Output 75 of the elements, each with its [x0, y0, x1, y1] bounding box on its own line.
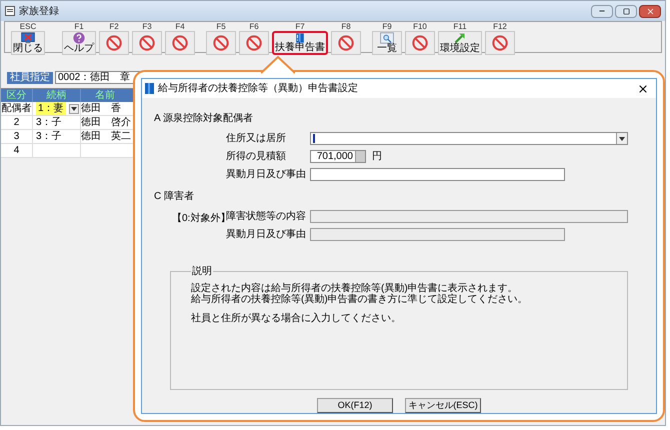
address-combo-box[interactable] [310, 132, 628, 146]
toolbar-button[interactable]: 閉じる [11, 31, 45, 55]
function-key-label: F9 [382, 22, 392, 31]
window-title: 家族登録 [19, 4, 59, 18]
table-cell: 徳田 啓介 [81, 116, 131, 129]
toolbar-button[interactable]: ヘルプ [62, 31, 96, 55]
column-header: 区分 [1, 89, 33, 102]
function-key-label: F6 [249, 22, 259, 31]
toolbar-button[interactable] [132, 31, 162, 55]
function-key-label: F8 [341, 22, 351, 31]
section-heading: A 源泉控除対象配偶者 [154, 112, 254, 126]
dialog-button[interactable]: OK(F12) [317, 398, 393, 413]
unit-label: 円 [372, 150, 382, 164]
book-icon [145, 83, 154, 94]
function-key-label: F1 [74, 22, 84, 31]
function-key-label: F7 [295, 22, 305, 31]
table-cell: 徳田 香 [81, 102, 121, 115]
function-key-label: F12 [493, 22, 507, 31]
close-button[interactable] [639, 4, 661, 18]
explanation-text: 社員と住所が異なる場合に入力してください。 [191, 313, 402, 324]
function-key-label: F3 [142, 22, 152, 31]
text-field[interactable] [310, 168, 565, 182]
book-icon [293, 33, 307, 43]
table-cell: 配偶者 [2, 102, 32, 115]
employee-label: 社員指定 [7, 72, 53, 84]
table-cell: 1：妻 [36, 102, 66, 115]
toolbar-button[interactable] [99, 31, 129, 55]
toolbar-button[interactable]: 環境設定 [438, 31, 482, 55]
group-title: 説明 [191, 264, 213, 280]
toolbar-button[interactable]: 扶養申告書 [272, 31, 328, 55]
function-key-label: F5 [216, 22, 226, 31]
table-cell: 4 [14, 144, 20, 157]
prohibited-icon [338, 35, 354, 51]
maximize-button[interactable] [615, 4, 637, 18]
help-icon [71, 32, 87, 44]
toolbar-button[interactable]: 一覧 [372, 31, 402, 55]
function-key-label: F11 [453, 22, 467, 31]
monitor-close-icon [19, 32, 37, 44]
amount-field[interactable]: 701,000 [310, 150, 366, 164]
dropdown-arrow-icon[interactable] [69, 104, 79, 114]
dialog-button[interactable]: キャンセル(ESC) [405, 398, 481, 413]
magnifier-document-icon [378, 32, 396, 44]
function-key-label: F10 [413, 22, 427, 31]
field-label: 異動月日及び事由 [226, 168, 307, 182]
table-cell: 徳田 英二 [81, 130, 131, 143]
table-cell: 3 [14, 130, 20, 143]
prohibited-icon [139, 35, 155, 51]
prohibited-icon [213, 35, 229, 51]
table-cell: 3：子 [36, 130, 62, 143]
field-label: 住所又は居所 [226, 132, 287, 146]
toolbar-button[interactable] [239, 31, 269, 55]
table-cell: 3：子 [36, 116, 62, 129]
toolbar-button[interactable] [206, 31, 236, 55]
field-label: 異動月日及び事由 [226, 228, 307, 242]
function-key-label: ESC [20, 22, 36, 31]
toolbar-button[interactable] [405, 31, 435, 55]
prohibited-icon [172, 35, 188, 51]
function-key-label: F2 [109, 22, 119, 31]
table-cell: 2 [14, 116, 20, 129]
section-heading: C 障害者 [154, 190, 195, 204]
prohibited-icon [246, 35, 262, 51]
prohibited-icon [492, 35, 508, 51]
field-label: 所得の見積額 [226, 150, 287, 164]
toolbar-button[interactable] [165, 31, 195, 55]
maximize-icon [622, 8, 630, 14]
toolbar-button[interactable] [485, 31, 515, 55]
explanation-text: 給与所得者の扶養控除等(異動)申告書の書き方に準じて設定してください。 [191, 294, 529, 306]
close-icon [646, 6, 654, 16]
prohibited-icon [106, 35, 122, 51]
toolbar-button[interactable] [331, 31, 361, 55]
window-icon [5, 6, 15, 16]
prohibited-icon [412, 35, 428, 51]
function-key-label: F4 [175, 22, 185, 31]
explanation-text: 設定された内容は給与所得者の扶養控除等(異動)申告書に表示されます。 [191, 283, 519, 294]
close-icon[interactable] [637, 82, 649, 95]
